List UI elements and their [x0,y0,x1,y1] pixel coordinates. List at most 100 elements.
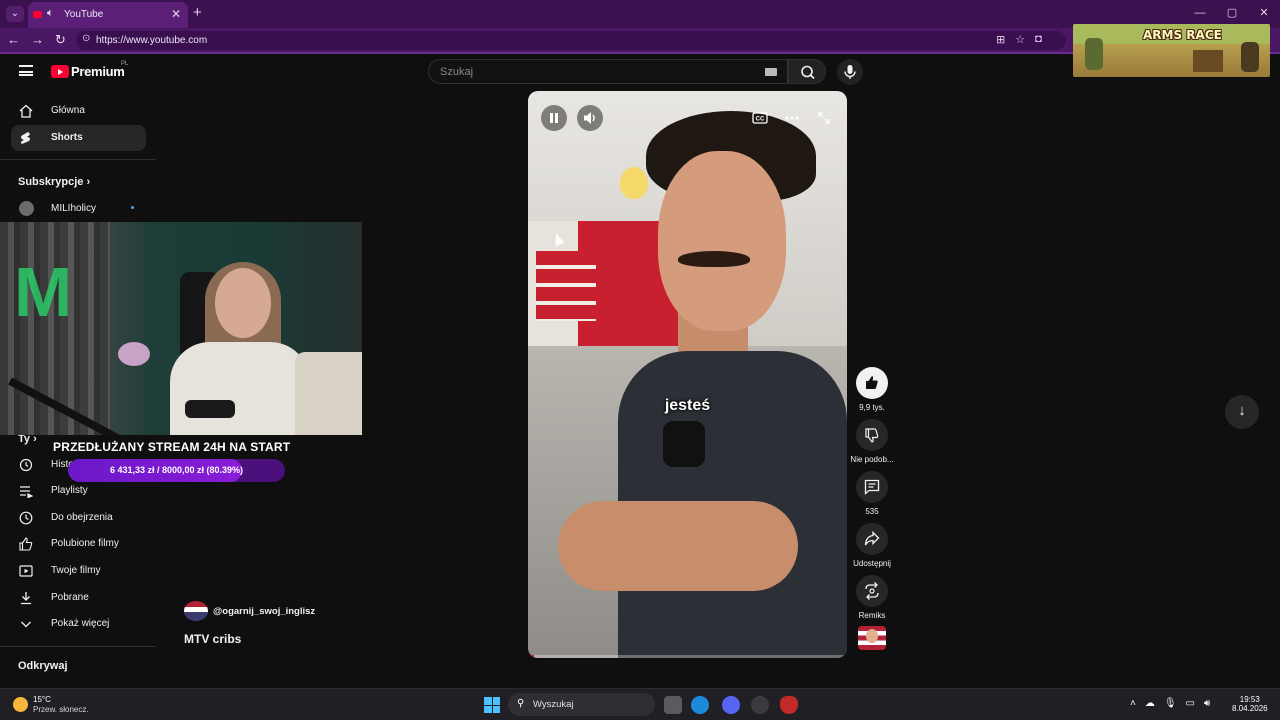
weather-sun-icon[interactable] [13,697,28,712]
site-info-icon[interactable]: ⊙ [82,33,90,44]
channel-handle[interactable]: @ogarnij_swoj_inglisz [213,606,315,617]
thumbs-up-icon [866,376,878,389]
sidebar-item-label: Twoje filmy [51,565,101,576]
menu-icon[interactable] [19,65,33,76]
brand-label[interactable]: Premium [71,64,125,79]
volume-icon [584,112,595,124]
keyboard-icon[interactable] [765,68,777,76]
thumbs-down-icon [865,428,879,443]
short-title[interactable]: MTV cribs [184,632,241,646]
sidebar-item-liked[interactable]: Polubione filmy [11,531,146,557]
share-button[interactable] [856,523,888,555]
volume-icon[interactable]: 🔊︎ [1204,698,1210,709]
youtube-logo-icon[interactable] [51,65,69,78]
microphone [185,400,235,418]
sidebar-item-home[interactable]: Główna [11,98,146,124]
microphone-icon[interactable]: 🎙︎ [1164,698,1177,709]
next-short-button[interactable]: ↓ [1225,395,1259,429]
captions-button[interactable]: CC [747,105,773,131]
browser-tab-youtube[interactable]: 🔈︎ YouTube ✕ [28,2,188,28]
back-arrow-icon[interactable]: ← [7,32,20,47]
voice-search-button[interactable] [837,59,863,85]
divider [0,159,156,160]
discord-icon[interactable] [722,696,740,714]
new-tab-button[interactable]: + [193,4,202,21]
couch [295,352,362,435]
fullscreen-button[interactable] [811,105,837,131]
network-icon[interactable]: ▭ [1186,698,1195,709]
share-label: Udostępnij [853,559,891,568]
more-options-button[interactable] [779,105,805,131]
search-icon: ⚲ [517,698,525,709]
channel-avatar[interactable] [858,626,886,650]
playlist-icon [20,486,33,498]
cloud-icon[interactable]: ☁ [1145,698,1155,709]
captions-icon: CC [752,112,768,124]
tab-list-button[interactable]: ⌄ [6,6,24,22]
task-view-icon[interactable] [664,696,682,714]
chevron-down-icon [21,621,31,628]
youtube-header: Premium PL Szukaj [0,56,1280,88]
sidebar-item-watch-later[interactable]: Do obejrzenia [11,505,146,531]
apple-logo [620,167,648,199]
address-bar[interactable]: ⊙ https://www.youtube.com [76,31,1066,50]
brave-browser-icon[interactable] [780,696,798,714]
chevron-up-icon[interactable]: ˄ [1130,698,1136,709]
shorts-icon [21,132,30,144]
taskbar-search[interactable]: ⚲ Wyszukaj [508,693,655,716]
sidebar-item-shorts[interactable]: Shorts [11,125,146,151]
system-tray: ˄ ☁ 🎙︎ ▭ 🔊︎ [1130,698,1210,709]
sidebar-item-label: Shorts [51,132,83,143]
start-button[interactable] [484,697,500,713]
sidebar-item-label: Playlisty [51,485,88,496]
url-text[interactable]: https://www.youtube.com [96,35,207,46]
search-button[interactable] [788,59,826,84]
app-icon[interactable] [751,696,769,714]
like-button[interactable] [856,367,888,399]
speaker-icon[interactable]: 🔈︎ [47,7,54,20]
taskbar: 15°C Przew. słonecz. ⚲ Wyszukaj ˄ ☁ 🎙︎ ▭… [0,688,1280,720]
subscriptions-heading[interactable]: Subskrypcje › [18,176,90,188]
streamer-webcam: M [0,222,362,435]
dislike-button[interactable] [856,419,888,451]
apps-icon[interactable]: ⊞ [996,33,1005,46]
weather-temperature[interactable]: 15°C [33,695,51,704]
favorite-star-icon[interactable]: ☆ [1015,33,1025,46]
home-icon [19,104,33,118]
avatar[interactable] [184,601,208,621]
volume-button[interactable] [577,105,603,131]
search-input[interactable]: Szukaj [428,59,788,84]
like-count: 9,9 tys. [859,403,885,412]
clock-date: 8.04.2026 [1232,704,1268,713]
monster-logo-icon: M [14,253,73,331]
subscription-miliholicy[interactable]: MILIholicy [51,203,96,214]
youtube-favicon-icon [33,11,42,18]
sidebar-item-your-videos[interactable]: Twoje filmy [11,558,146,584]
microphone-icon [844,65,856,79]
download-icon [21,592,31,605]
extension-icon[interactable]: ◘ [1035,33,1042,46]
avatar[interactable] [19,201,34,216]
avatar-face [866,629,878,643]
comments-button[interactable] [856,471,888,503]
new-content-dot [131,206,134,209]
sidebar-item-show-more[interactable]: Pokaż więcej [11,611,146,637]
forward-arrow-icon[interactable]: → [31,32,44,47]
video-progress-bar[interactable] [528,655,847,658]
pause-button[interactable] [541,105,567,131]
fullscreen-icon [818,112,830,124]
sidebar-item-downloads[interactable]: Pobrane [11,585,146,611]
close-tab-icon[interactable]: ✕ [171,7,181,21]
video-progress-fill [528,655,535,658]
remix-button[interactable] [856,575,888,607]
edge-browser-icon[interactable] [691,696,709,714]
short-player[interactable]: CC jesteś [528,91,847,658]
explore-heading: Odkrywaj [18,660,68,672]
weather-condition[interactable]: Przew. słonecz. [33,705,89,714]
sidebar-item-label: Pokaż więcej [51,618,110,629]
game-title: ARMS RACE [1143,28,1222,42]
sunglasses [663,421,705,467]
reload-icon[interactable]: ↻ [55,32,66,48]
clock-icon [19,511,33,525]
clock[interactable]: 19:53 8.04.2026 [1232,695,1268,713]
